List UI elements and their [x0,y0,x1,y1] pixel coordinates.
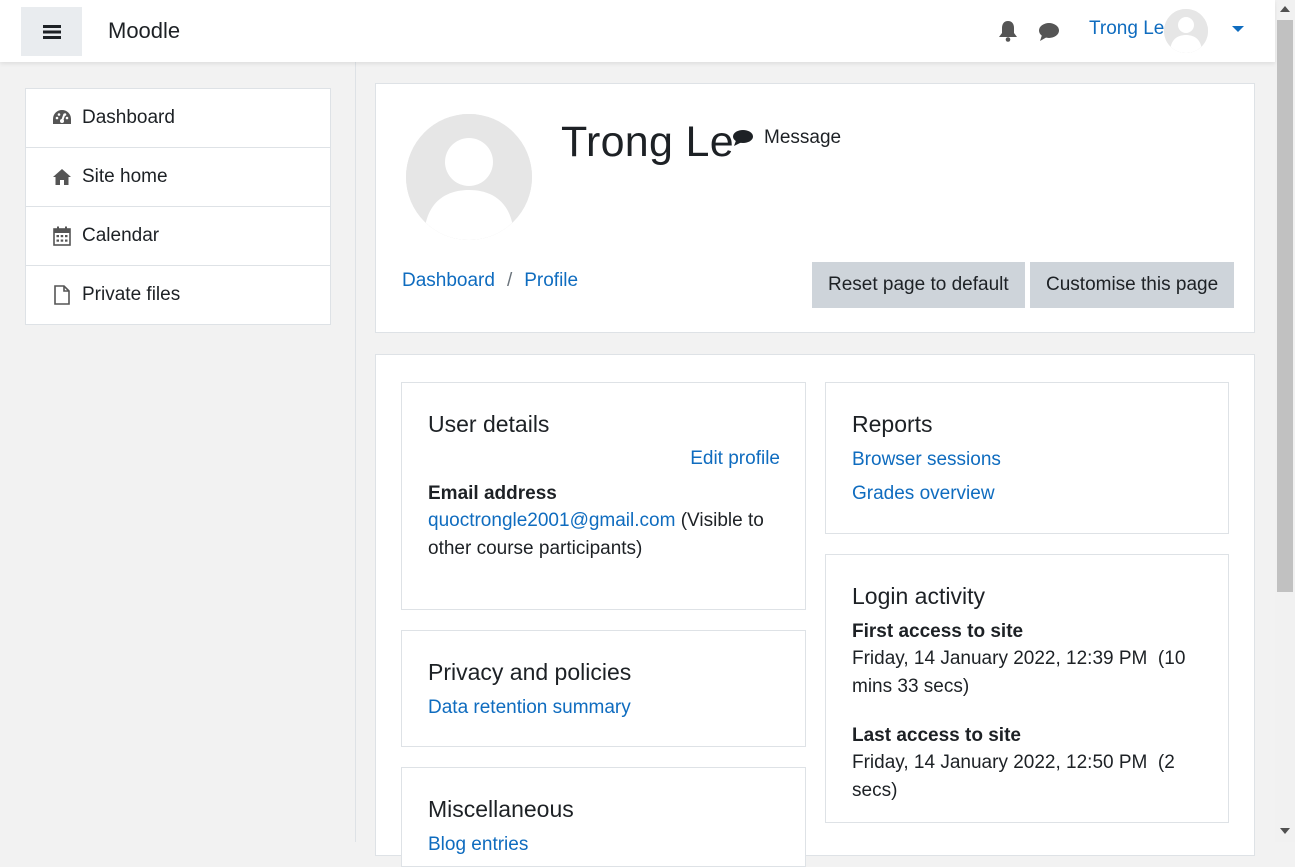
drawer-item-site-home[interactable]: Site home [26,148,330,207]
browser-sessions-link[interactable]: Browser sessions [852,449,1001,471]
data-retention-link[interactable]: Data retention summary [428,697,631,719]
privacy-section: Privacy and policies Data retention summ… [401,630,806,747]
last-access-label: Last access to site [852,725,1021,746]
menu-toggle-button[interactable] [21,7,82,56]
drawer-item-calendar[interactable]: Calendar [26,207,330,266]
email-label: Email address [428,483,557,504]
page-header: Trong Le Message Dashboard / Profile Res… [375,83,1255,333]
page-title: Trong Le [561,118,734,166]
message-button[interactable]: Message [732,127,841,149]
top-navbar: Moodle Trong Le [0,0,1275,62]
drawer-item-label: Private files [82,284,181,305]
notifications-button[interactable] [998,20,1018,47]
site-brand[interactable]: Moodle [108,18,180,44]
edit-profile-link[interactable]: Edit profile [690,448,780,470]
section-title: Miscellaneous [428,796,574,822]
email-block: quoctrongle2001@gmail.com (Visible to ot… [428,507,788,563]
email-link[interactable]: quoctrongle2001@gmail.com [428,510,675,531]
user-details-section: User details Edit profile Email address … [401,382,806,610]
first-access-label: First access to site [852,621,1024,642]
scrollbar-thumb[interactable] [1277,20,1293,592]
last-access-value: Friday, 14 January 2022, 12:50 PM (2 sec… [852,752,1181,801]
breadcrumb: Dashboard / Profile [402,270,578,292]
drawer-nav-list: Dashboard Site home Calendar Private fil… [25,88,331,325]
calendar-icon [52,226,72,246]
profile-avatar [406,114,532,240]
default-user-icon [1164,9,1208,53]
login-activity-section: Login activity First access to site Frid… [825,554,1229,823]
menu-icon [42,24,61,39]
reset-page-button[interactable]: Reset page to default [812,262,1025,308]
breadcrumb-separator: / [506,270,513,291]
drawer-item-label: Site home [82,166,168,187]
chat-icon [1039,23,1059,41]
chat-icon [733,130,753,146]
section-title: Login activity [852,583,985,609]
bell-icon [999,21,1017,42]
file-icon [52,285,72,305]
main-region: Trong Le Message Dashboard / Profile Res… [356,62,1275,867]
drawer-item-dashboard[interactable]: Dashboard [26,89,330,148]
default-user-icon [406,114,532,240]
dashboard-icon [52,108,72,128]
first-access-value: Friday, 14 January 2022, 12:39 PM (10 mi… [852,648,1191,697]
message-label: Message [764,127,842,148]
section-title: User details [428,411,550,437]
drawer-item-label: Dashboard [82,107,175,128]
nav-drawer: Dashboard Site home Calendar Private fil… [0,62,356,842]
scroll-down-icon[interactable] [1280,828,1290,834]
messages-button[interactable] [1038,22,1060,47]
scroll-up-icon[interactable] [1280,6,1290,12]
section-title: Privacy and policies [428,659,632,685]
reports-section: Reports Browser sessions Grades overview [825,382,1229,534]
home-icon [52,167,72,187]
misc-section: Miscellaneous Blog entries [401,767,806,867]
user-avatar[interactable] [1164,9,1208,53]
profile-content: User details Edit profile Email address … [375,354,1255,867]
drawer-item-label: Calendar [82,225,160,246]
drawer-item-private-files[interactable]: Private files [26,266,330,324]
blog-entries-link[interactable]: Blog entries [428,834,528,856]
breadcrumb-dashboard[interactable]: Dashboard [402,270,495,292]
chevron-down-icon[interactable] [1232,26,1244,32]
customise-page-button[interactable]: Customise this page [1030,262,1235,308]
breadcrumb-profile[interactable]: Profile [524,270,578,292]
user-menu-name[interactable]: Trong Le [1089,18,1164,40]
section-title: Reports [852,411,933,437]
grades-overview-link[interactable]: Grades overview [852,483,995,505]
